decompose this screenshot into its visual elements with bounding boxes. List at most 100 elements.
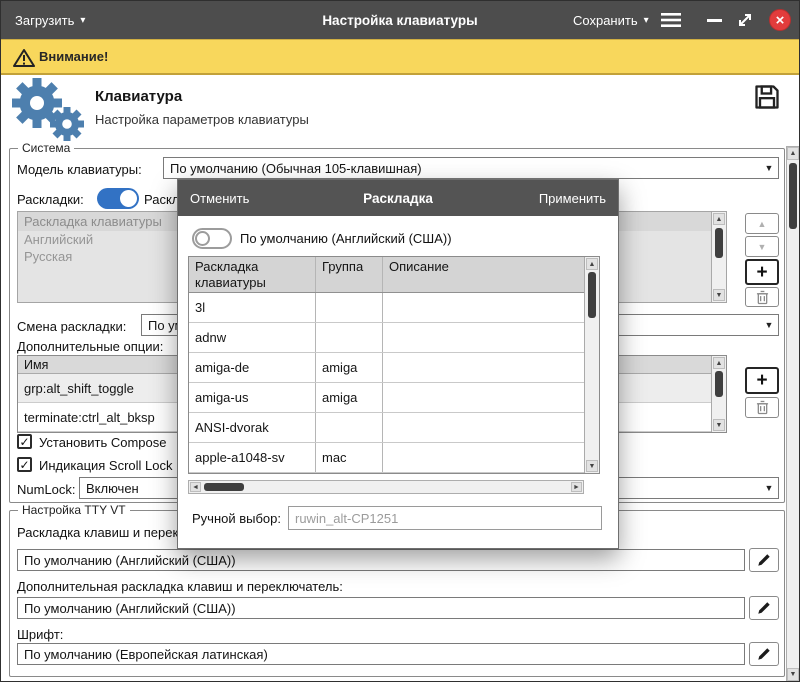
pencil-icon: [757, 553, 771, 567]
header-group: Группа: [316, 257, 383, 292]
titlebar: Загрузить ▾ Настройка клавиатуры Сохрани…: [1, 1, 799, 39]
scroll-down-icon[interactable]: ▼: [713, 289, 725, 301]
plus-icon: +: [756, 263, 767, 282]
dropdown-arrow-icon: ▼: [760, 320, 778, 330]
caret-down-icon: ▾: [80, 15, 85, 26]
minimize-button[interactable]: [707, 19, 722, 22]
table-row[interactable]: 3l: [189, 293, 584, 323]
cell-description: [383, 293, 584, 322]
save-file-button[interactable]: [753, 83, 781, 111]
load-menu-label: Загрузить: [15, 13, 74, 28]
layouts-toggle[interactable]: [97, 188, 139, 209]
save-menu-button[interactable]: Сохранить ▾: [573, 1, 649, 39]
cell-description: [383, 383, 584, 412]
minimize-icon: [707, 19, 722, 22]
tty-layout-value: По умолчанию (Английский (США)): [18, 553, 744, 568]
cell-layout: ANSI-dvorak: [189, 413, 316, 442]
scroll-up-icon[interactable]: ▲: [586, 258, 598, 270]
manual-select-input[interactable]: [288, 506, 602, 530]
apply-button[interactable]: Применить: [539, 180, 606, 216]
cell-description: [383, 443, 584, 472]
save-menu-label: Сохранить: [573, 13, 638, 28]
scroll-down-icon[interactable]: ▼: [713, 419, 725, 431]
table-row[interactable]: amiga-us amiga: [189, 383, 584, 413]
check-icon: ✓: [19, 458, 29, 472]
plus-icon: +: [756, 371, 767, 390]
tty-extra-layout-edit-button[interactable]: [749, 596, 779, 620]
layouts-table-scrollbar[interactable]: ▲ ▼: [584, 257, 599, 473]
scrolllock-checkbox[interactable]: ✓: [17, 457, 32, 472]
main-scrollbar[interactable]: ▲ ▼: [786, 146, 800, 682]
option-add-button[interactable]: +: [745, 367, 779, 394]
cell-layout: amiga-de: [189, 353, 316, 382]
cancel-button[interactable]: Отменить: [190, 180, 249, 216]
toggle-knob: [120, 190, 137, 207]
layout-move-up-button[interactable]: ▲: [745, 213, 779, 234]
scrollbar-thumb[interactable]: [789, 163, 797, 229]
cell-description: [383, 353, 584, 382]
scroll-up-icon[interactable]: ▲: [713, 357, 725, 369]
option-name: grp:alt_shift_toggle: [24, 381, 134, 396]
layout-dialog: Отменить Раскладка Применить По умолчани…: [177, 179, 619, 549]
page-title: Клавиатура: [95, 88, 182, 105]
table-row[interactable]: adnw: [189, 323, 584, 353]
layout-move-down-button[interactable]: ▼: [745, 236, 779, 257]
trash-icon: [756, 290, 769, 305]
check-icon: ✓: [19, 435, 29, 449]
table-row[interactable]: apple-a1048-sv mac: [189, 443, 584, 473]
arrow-up-icon: ▲: [758, 219, 767, 229]
scroll-right-icon[interactable]: ►: [571, 482, 582, 492]
options-table-scrollbar[interactable]: ▲ ▼: [711, 356, 726, 432]
compose-checkbox[interactable]: ✓: [17, 434, 32, 449]
warning-text: Внимание!: [39, 49, 108, 64]
tty-layout-edit-button[interactable]: [749, 548, 779, 572]
tty-extra-layout-field[interactable]: По умолчанию (Английский (США)): [17, 597, 745, 619]
pencil-icon: [757, 601, 771, 615]
scrollbar-thumb[interactable]: [715, 228, 723, 258]
scroll-down-icon[interactable]: ▼: [586, 460, 598, 472]
table-row[interactable]: amiga-de amiga: [189, 353, 584, 383]
close-icon: ×: [776, 12, 785, 29]
layouts-label: Раскладки:: [17, 192, 84, 207]
load-menu-button[interactable]: Загрузить ▾: [15, 1, 85, 39]
trash-icon: [756, 400, 769, 415]
scroll-down-icon[interactable]: ▼: [787, 668, 799, 681]
page-subtitle: Настройка параметров клавиатуры: [95, 112, 309, 127]
scrollbar-thumb[interactable]: [204, 483, 244, 491]
default-layout-toggle[interactable]: [192, 228, 232, 249]
toggle-knob: [195, 231, 210, 246]
warning-icon: [13, 48, 35, 68]
layout-remove-button[interactable]: [745, 287, 779, 307]
cell-group: amiga: [316, 353, 383, 382]
scroll-up-icon[interactable]: ▲: [787, 147, 799, 160]
cell-description: [383, 323, 584, 352]
layout-add-button[interactable]: +: [745, 259, 779, 285]
scroll-left-icon[interactable]: ◄: [190, 482, 201, 492]
layout-dialog-header: Отменить Раскладка Применить: [178, 180, 618, 216]
close-button[interactable]: ×: [769, 9, 791, 31]
option-remove-button[interactable]: [745, 397, 779, 418]
system-group-legend: Система: [18, 141, 74, 155]
keyboard-model-select[interactable]: По умолчанию (Обычная 105-клавишная) ▼: [163, 157, 779, 179]
scrollbar-thumb[interactable]: [588, 272, 596, 318]
caret-down-icon: ▾: [644, 15, 649, 26]
layouts-table: Раскладка клавиатуры Группа Описание 3l …: [188, 256, 600, 474]
layouts-table-hscrollbar[interactable]: ◄ ►: [188, 480, 584, 494]
layouts-list-scrollbar[interactable]: ▲ ▼: [711, 212, 726, 302]
fullscreen-button[interactable]: [737, 12, 753, 28]
hamburger-icon: [661, 13, 681, 27]
tty-layout-field[interactable]: По умолчанию (Английский (США)): [17, 549, 745, 571]
gears-icon: [9, 75, 87, 141]
menu-button[interactable]: [661, 13, 681, 27]
cell-group: [316, 323, 383, 352]
cell-layout: adnw: [189, 323, 316, 352]
scrollbar-thumb[interactable]: [715, 371, 723, 397]
cell-group: amiga: [316, 383, 383, 412]
tty-font-field[interactable]: По умолчанию (Европейская латинская): [17, 643, 745, 665]
tty-font-edit-button[interactable]: [749, 642, 779, 666]
table-row[interactable]: ANSI-dvorak: [189, 413, 584, 443]
scroll-up-icon[interactable]: ▲: [713, 213, 725, 225]
layouts-table-header-row: Раскладка клавиатуры Группа Описание: [189, 257, 584, 293]
cell-description: [383, 413, 584, 442]
cell-group: [316, 413, 383, 442]
